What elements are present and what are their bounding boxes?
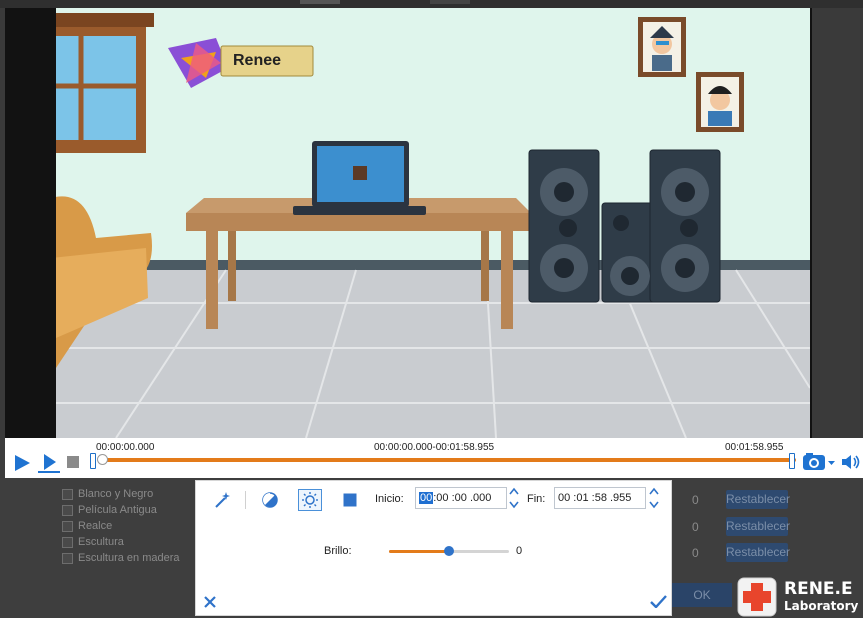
toolbar-divider <box>245 491 246 509</box>
confirm-button[interactable] <box>648 592 668 610</box>
stop-icon <box>67 456 79 468</box>
play-selection-button[interactable] <box>37 452 61 474</box>
effect-label: Blanco y Negro <box>78 488 154 500</box>
effect-label: Película Antigua <box>78 504 157 516</box>
effect-item[interactable]: Escultura <box>62 535 124 549</box>
effect-item[interactable]: Película Antigua <box>62 503 157 517</box>
checkbox[interactable] <box>62 504 73 516</box>
reset-button[interactable]: Restablecer <box>726 543 790 562</box>
end-time-value: 00 :01 :58 .955 <box>558 492 632 504</box>
end-time-spinner[interactable] <box>648 487 660 509</box>
effects-list: Blanco y Negro Película Antigua Realce E… <box>52 481 198 573</box>
contrast-icon <box>262 492 278 508</box>
spin-down-icon[interactable] <box>649 501 659 509</box>
right-edge <box>812 8 863 438</box>
logo-graphic: RENE.E Laboratory <box>737 577 858 617</box>
effect-item[interactable]: Realce <box>62 519 112 533</box>
tab-hint <box>430 0 470 4</box>
reset-button[interactable]: Restablecer <box>726 517 790 536</box>
tab-hint <box>300 0 340 4</box>
brightness-slider-handle[interactable] <box>444 546 454 556</box>
current-time: 00:00:00.000 <box>96 442 155 453</box>
spin-up-icon[interactable] <box>649 487 659 495</box>
start-hour-segment: 00 <box>419 492 434 504</box>
effect-label: Escultura en madera <box>78 552 180 564</box>
checkmark-icon <box>649 594 667 608</box>
stop-button[interactable] <box>65 454 81 470</box>
start-label: Inicio: <box>375 493 404 505</box>
end-label: Fin: <box>527 493 546 505</box>
end-time-field[interactable]: 00 :01 :58 .955 <box>554 487 646 509</box>
start-time-spinner[interactable] <box>508 487 520 509</box>
rene-laboratory-logo: RENE.E Laboratory <box>735 573 863 618</box>
checkbox[interactable] <box>62 536 73 548</box>
effect-item[interactable]: Escultura en madera <box>62 551 180 565</box>
snapshot-button[interactable] <box>801 451 837 473</box>
effect-value: 0 <box>692 493 699 507</box>
video-frame-illustration: Renee <box>56 8 810 438</box>
play-icon <box>15 455 30 471</box>
effect-item[interactable]: Blanco y Negro <box>62 487 153 501</box>
play-segment-icon <box>38 454 60 473</box>
effect-value: 0 <box>692 546 699 560</box>
close-icon <box>204 596 216 608</box>
effect-label: Escultura <box>78 536 124 548</box>
cancel-button[interactable] <box>201 593 219 611</box>
brightness-tool[interactable] <box>298 489 322 511</box>
start-time-field[interactable]: 00 :00 :00 .000 <box>415 487 507 509</box>
speaker-icon <box>842 455 860 469</box>
svg-text:Renee: Renee <box>233 52 281 69</box>
svg-text:RENE.E: RENE.E <box>784 579 853 599</box>
spin-up-icon[interactable] <box>509 487 519 495</box>
playhead[interactable] <box>97 454 108 465</box>
ok-button[interactable]: OK <box>672 583 732 607</box>
contrast-tool[interactable] <box>258 489 282 511</box>
end-time: 00:01:58.955 <box>725 442 784 453</box>
effect-value: 0 <box>692 520 699 534</box>
effect-label: Realce <box>78 520 113 532</box>
start-marker[interactable] <box>90 453 96 469</box>
sun-icon <box>302 492 318 508</box>
player-bar: 00:00:00.000 00:00:00.000-00:01:58.955 0… <box>5 438 863 478</box>
camera-icon <box>803 453 835 470</box>
video-preview: Renee <box>56 8 810 438</box>
auto-enhance-tool[interactable] <box>210 489 234 511</box>
play-button[interactable] <box>11 452 33 474</box>
checkbox[interactable] <box>62 552 73 564</box>
app-window: { "player": { "time_start": "00:00:00.00… <box>0 0 863 618</box>
saturation-tool[interactable] <box>338 489 362 511</box>
brightness-dialog: Inicio: 00 :00 :00 .000 Fin: 00 :01 :58 … <box>195 480 672 616</box>
spin-down-icon[interactable] <box>509 501 519 509</box>
reset-button[interactable]: Restablecer <box>726 490 790 509</box>
checkbox[interactable] <box>62 520 73 532</box>
top-strip <box>0 0 863 8</box>
start-time-rest: :00 :00 .000 <box>433 492 492 504</box>
brightness-slider[interactable] <box>389 546 509 556</box>
brightness-slider-fill <box>389 550 449 553</box>
timeline-track[interactable] <box>98 458 796 462</box>
brightness-value: 0 <box>516 545 523 557</box>
end-marker[interactable] <box>789 453 795 469</box>
svg-text:Laboratory: Laboratory <box>784 599 858 613</box>
volume-button[interactable] <box>840 452 862 472</box>
square-icon <box>343 493 357 507</box>
brightness-label: Brillo: <box>324 545 352 557</box>
checkbox[interactable] <box>62 488 73 500</box>
magic-wand-icon <box>215 492 230 508</box>
clip-range: 00:00:00.000-00:01:58.955 <box>374 442 495 453</box>
